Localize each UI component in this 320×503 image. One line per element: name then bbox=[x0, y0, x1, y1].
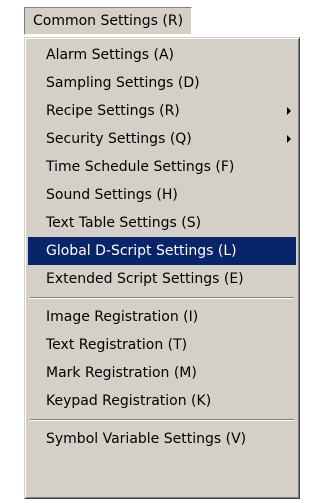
menu-item-label: Sampling Settings (D) bbox=[46, 75, 200, 91]
menu-item-sound-settings[interactable]: Sound Settings (H) bbox=[28, 181, 296, 209]
menu-item-text-table-settings[interactable]: Text Table Settings (S) bbox=[28, 209, 296, 237]
menu-item-text-registration[interactable]: Text Registration (T) bbox=[28, 331, 296, 359]
menu-item-mark-registration[interactable]: Mark Registration (M) bbox=[28, 359, 296, 387]
menu-item-global-d-script-settings[interactable]: Global D-Script Settings (L) bbox=[28, 237, 296, 265]
menu-item-image-registration[interactable]: Image Registration (I) bbox=[28, 303, 296, 331]
submenu-arrow-icon bbox=[287, 107, 291, 115]
menu-item-label: Extended Script Settings (E) bbox=[46, 271, 244, 287]
menu-item-label: Image Registration (I) bbox=[46, 309, 199, 325]
menu-separator bbox=[28, 415, 296, 425]
submenu-arrow-icon bbox=[287, 135, 291, 143]
menu-item-label: Recipe Settings (R) bbox=[46, 103, 180, 119]
menu-item-label: Security Settings (Q) bbox=[46, 131, 192, 147]
menu-item-label: Text Registration (T) bbox=[46, 337, 188, 353]
menu-item-label: Sound Settings (H) bbox=[46, 187, 178, 203]
menu-common-settings[interactable]: Common Settings (R) bbox=[24, 7, 193, 35]
menu-item-alarm-settings[interactable]: Alarm Settings (A) bbox=[28, 41, 296, 69]
menu-item-time-schedule-settings[interactable]: Time Schedule Settings (F) bbox=[28, 153, 296, 181]
menu-item-label: Symbol Variable Settings (V) bbox=[46, 431, 247, 447]
common-settings-dropdown: Alarm Settings (A) Sampling Settings (D)… bbox=[24, 37, 300, 499]
menu-item-sampling-settings[interactable]: Sampling Settings (D) bbox=[28, 69, 296, 97]
menu-item-security-settings[interactable]: Security Settings (Q) bbox=[28, 125, 296, 153]
menu-item-label: Time Schedule Settings (F) bbox=[46, 159, 235, 175]
menu-separator bbox=[28, 293, 296, 303]
menu-item-recipe-settings[interactable]: Recipe Settings (R) bbox=[28, 97, 296, 125]
menu-item-label: Global D-Script Settings (L) bbox=[46, 243, 237, 259]
menu-item-label: Alarm Settings (A) bbox=[46, 47, 175, 63]
menu-item-label: Mark Registration (M) bbox=[46, 365, 197, 381]
menu-common-settings-label: Common Settings (R) bbox=[33, 13, 184, 29]
menu-item-label: Text Table Settings (S) bbox=[46, 215, 202, 231]
menu-item-keypad-registration[interactable]: Keypad Registration (K) bbox=[28, 387, 296, 415]
menu-item-symbol-variable-settings[interactable]: Symbol Variable Settings (V) bbox=[28, 425, 296, 453]
menu-item-extended-script-settings[interactable]: Extended Script Settings (E) bbox=[28, 265, 296, 293]
menu-item-label: Keypad Registration (K) bbox=[46, 393, 212, 409]
